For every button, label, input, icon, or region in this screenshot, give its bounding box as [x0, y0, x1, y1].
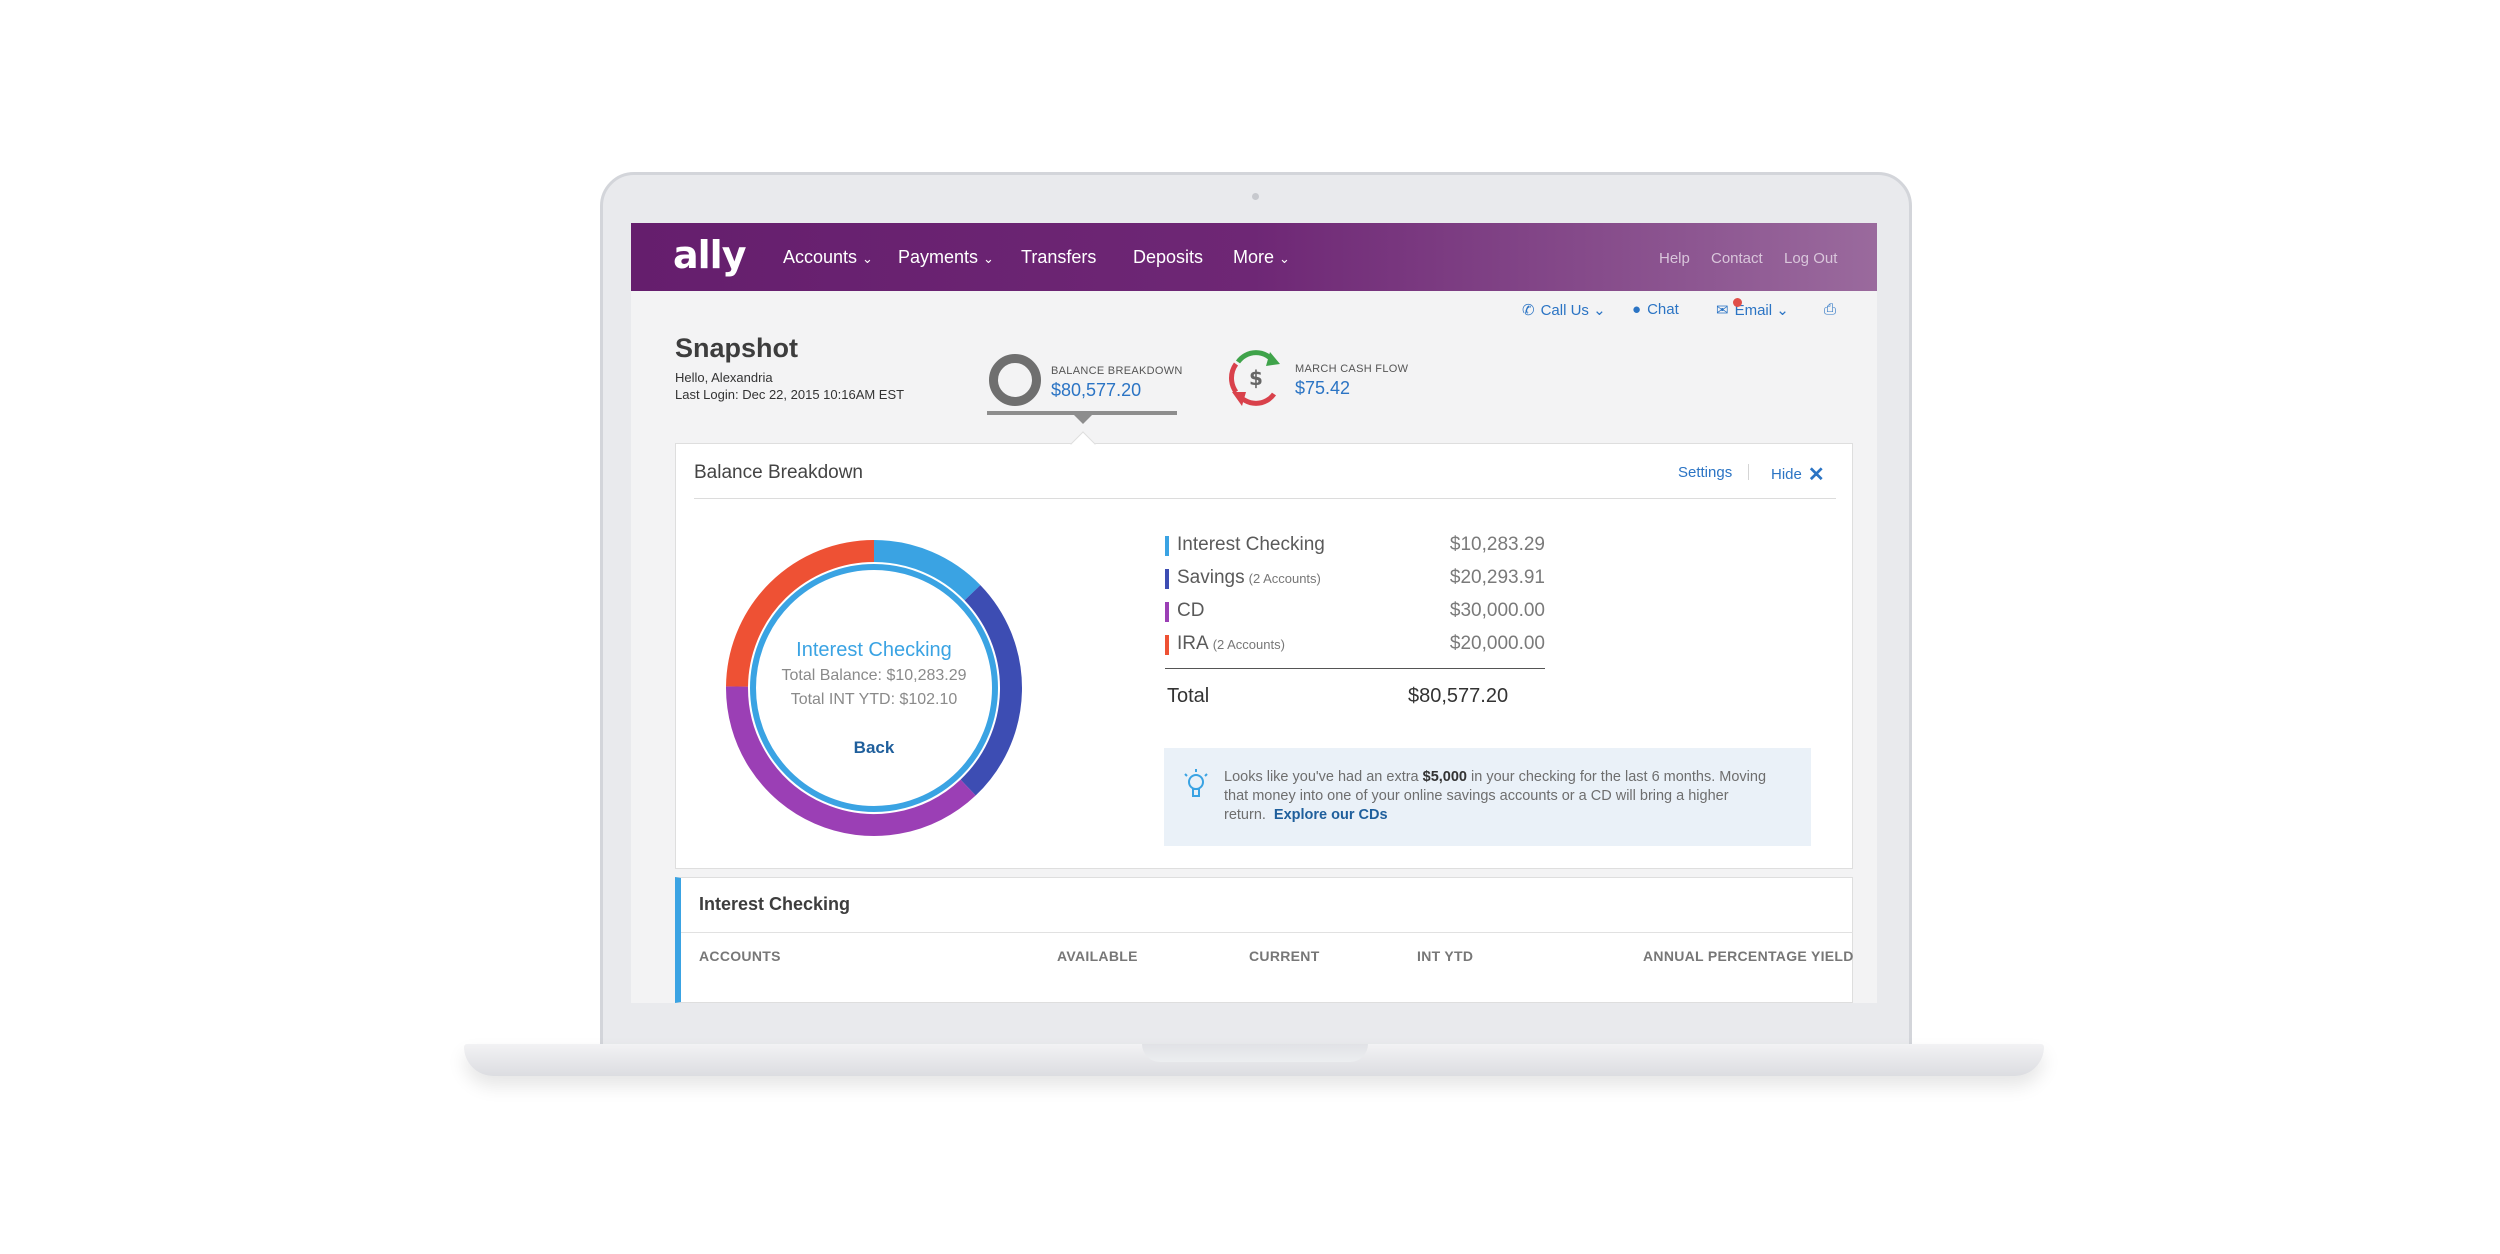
legend-name: Interest Checking: [1177, 534, 1325, 556]
print-button[interactable]: ⎙: [1824, 301, 1842, 318]
camera-dot: [1252, 193, 1259, 200]
nav-transfers-label: Transfers: [1021, 247, 1097, 267]
ally-logo[interactable]: ally: [673, 233, 746, 277]
legend-color-bar: [1165, 635, 1169, 655]
cash-flow-label[interactable]: MARCH CASH FLOW: [1295, 363, 1408, 375]
total-divider: [1165, 668, 1545, 669]
panel-title: Balance Breakdown: [694, 462, 863, 483]
savings-tip-box: Looks like you've had an extra $5,000 in…: [1164, 748, 1811, 846]
legend-name-text: CD: [1177, 600, 1205, 621]
cash-flow-icon[interactable]: $: [1228, 348, 1284, 410]
donut-total-balance: Total Balance: $10,283.29: [781, 667, 967, 684]
column-header-accounts[interactable]: ACCOUNTS: [699, 948, 781, 964]
legend-color-bar: [1165, 536, 1169, 556]
interest-checking-section: Interest Checking ACCOUNTS AVAILABLE CUR…: [675, 877, 1853, 1003]
nav-transfers[interactable]: Transfers: [1021, 247, 1096, 268]
close-icon: ✕: [1807, 464, 1825, 486]
chevron-down-icon: ⌄: [862, 251, 873, 266]
call-us-label: Call Us: [1540, 302, 1589, 319]
nav-more-label: More: [1233, 247, 1275, 267]
settings-link[interactable]: Settings: [1678, 464, 1732, 481]
hide-button[interactable]: Hide ✕: [1771, 462, 1825, 487]
tip-text-amount: $5,000: [1422, 769, 1467, 785]
legend-amount: $20,293.91: [1449, 567, 1545, 588]
donut-center-title: Interest Checking: [796, 639, 952, 661]
nav-deposits-label: Deposits: [1133, 247, 1204, 267]
tip-text: Looks like you've had an extra $5,000 in…: [1224, 768, 1794, 825]
back-link[interactable]: Back: [724, 738, 1024, 758]
legend-item-cd[interactable]: CD $30,000.00: [1165, 600, 1545, 624]
column-header-apy[interactable]: ANNUAL PERCENTAGE YIELD: [1643, 948, 1854, 964]
legend-item-interest-checking[interactable]: Interest Checking $10,283.29: [1165, 534, 1545, 558]
chat-bubble-icon: ●: [1632, 301, 1642, 318]
laptop-base-notch: [1142, 1044, 1368, 1062]
hide-label: Hide: [1771, 466, 1802, 483]
divider: [681, 932, 1853, 933]
nav-accounts-label: Accounts: [783, 247, 858, 267]
balance-breakdown-value[interactable]: $80,577.20: [1051, 380, 1141, 401]
column-header-current[interactable]: CURRENT: [1249, 948, 1320, 964]
legend-sub-text: (2 Accounts): [1248, 571, 1321, 586]
nav-accounts[interactable]: Accounts ⌄: [783, 247, 873, 268]
legend-name: IRA (2 Accounts): [1177, 633, 1285, 655]
chevron-down-icon: ⌄: [1588, 302, 1606, 319]
logout-link[interactable]: Log Out: [1784, 250, 1837, 267]
column-header-int-ytd[interactable]: INT YTD: [1417, 948, 1473, 964]
legend-item-ira[interactable]: IRA (2 Accounts) $20,000.00: [1165, 633, 1545, 657]
legend-amount: $10,283.29: [1449, 534, 1545, 555]
legend-amount: $20,000.00: [1449, 633, 1545, 654]
page-title: Snapshot: [675, 333, 799, 363]
legend-item-savings[interactable]: Savings (2 Accounts) $20,293.91: [1165, 567, 1545, 591]
legend-amount: $30,000.00: [1449, 600, 1545, 621]
last-login-text: Last Login: Dec 22, 2015 10:16AM EST: [675, 387, 905, 402]
notification-dot: [1733, 298, 1742, 307]
app-screen: ally Accounts ⌄ Payments ⌄ Transfers Depos…: [631, 223, 1877, 1003]
donut-icon[interactable]: [989, 354, 1041, 406]
cash-flow-value[interactable]: $75.42: [1295, 378, 1350, 399]
balance-breakdown-label[interactable]: BALANCE BREAKDOWN: [1051, 365, 1183, 377]
total-label: Total: [1167, 685, 1210, 707]
top-navigation: ally Accounts ⌄ Payments ⌄ Transfers Depos…: [631, 223, 1877, 291]
legend-name-text: Savings: [1177, 567, 1245, 588]
donut-center: Interest Checking Total Balance: $10,283…: [724, 538, 1024, 838]
envelope-icon: ✉: [1716, 302, 1729, 319]
chevron-down-icon: ⌄: [1772, 302, 1789, 319]
divider: [694, 498, 1836, 499]
divider: [1748, 464, 1749, 480]
chat-label: Chat: [1647, 301, 1679, 318]
call-us-button[interactable]: ✆ Call Us ⌄: [1522, 301, 1606, 319]
legend-color-bar: [1165, 569, 1169, 589]
svg-text:$: $: [1249, 366, 1263, 390]
phone-icon: ✆: [1522, 302, 1535, 319]
legend-name-text: IRA: [1177, 633, 1209, 654]
email-button[interactable]: ✉ Email ⌄: [1716, 301, 1789, 319]
nav-deposits[interactable]: Deposits: [1133, 247, 1203, 268]
balance-breakdown-panel: Balance Breakdown Settings Hide ✕ Interes…: [675, 443, 1853, 869]
column-header-available[interactable]: AVAILABLE: [1057, 948, 1138, 964]
active-tab-caret: [1074, 415, 1092, 424]
greeting-text: Hello, Alexandria: [675, 370, 773, 385]
chevron-down-icon: ⌄: [1279, 251, 1290, 266]
total-value: $80,577.20: [1408, 685, 1509, 707]
donut-total-int: Total INT YTD: $102.10: [790, 691, 958, 708]
lightbulb-icon: [1184, 769, 1208, 797]
nav-payments[interactable]: Payments ⌄: [898, 247, 994, 268]
tip-text-pre: Looks like you've had an extra: [1224, 769, 1423, 785]
nav-more[interactable]: More ⌄: [1233, 247, 1290, 268]
chat-button[interactable]: ● Chat: [1632, 301, 1679, 318]
help-link[interactable]: Help: [1659, 250, 1690, 267]
section-title: Interest Checking: [699, 894, 851, 914]
nav-payments-label: Payments: [898, 247, 979, 267]
printer-icon: ⎙: [1824, 301, 1837, 318]
contact-link[interactable]: Contact: [1711, 250, 1763, 267]
chevron-down-icon: ⌄: [983, 251, 994, 266]
legend-color-bar: [1165, 602, 1169, 622]
explore-cds-link[interactable]: Explore our CDs: [1274, 807, 1388, 823]
legend-name-text: Interest Checking: [1177, 534, 1325, 555]
legend-name: Savings (2 Accounts): [1177, 567, 1321, 589]
legend-name: CD: [1177, 600, 1204, 622]
legend-sub-text: (2 Accounts): [1212, 637, 1285, 652]
